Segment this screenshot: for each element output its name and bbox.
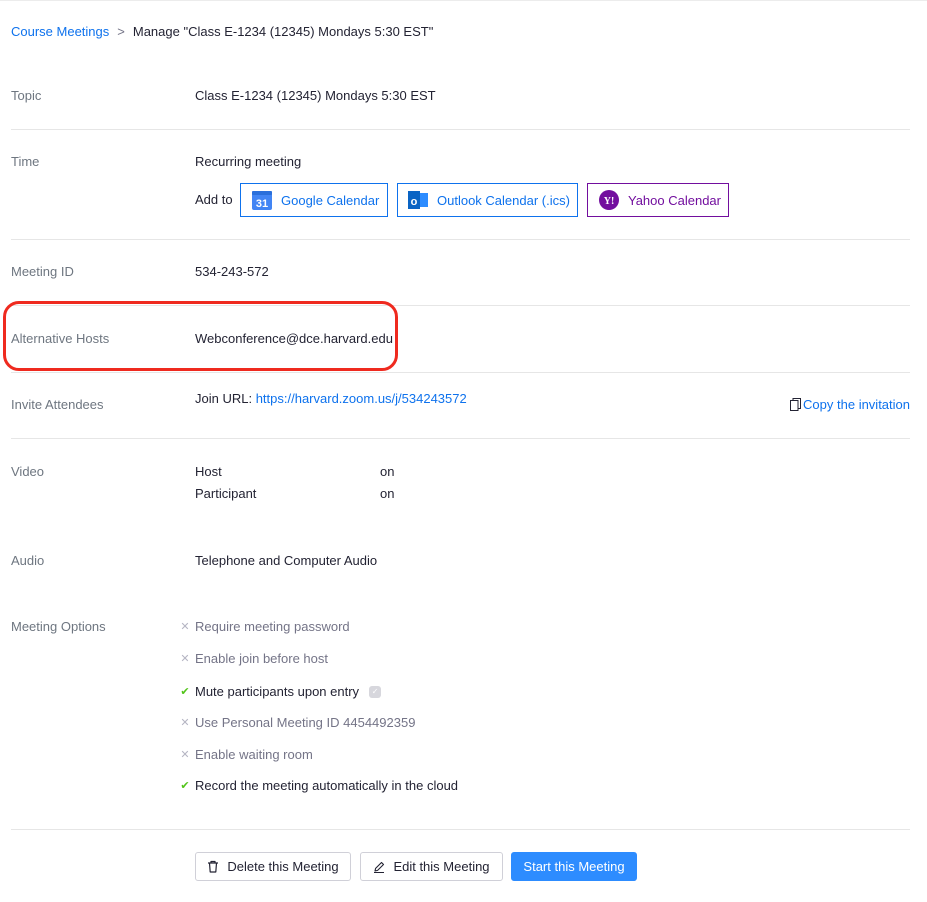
copy-icon (790, 398, 802, 411)
divider (11, 438, 910, 439)
edit-meeting-button[interactable]: Edit this Meeting (360, 852, 503, 881)
join-url-link[interactable]: https://harvard.zoom.us/j/534243572 (256, 391, 467, 406)
pencil-icon (373, 861, 385, 873)
option-require-password: ✕ Require meeting password (180, 619, 350, 634)
breadcrumb-course-meetings-link[interactable]: Course Meetings (11, 24, 109, 39)
video-host-label: Host (195, 464, 222, 479)
join-url-row: Join URL: https://harvard.zoom.us/j/5342… (195, 391, 467, 406)
meeting-id-label: Meeting ID (11, 264, 74, 279)
outlook-icon: o (408, 190, 428, 210)
audio-label: Audio (11, 553, 45, 568)
svg-text:Y!: Y! (604, 196, 615, 207)
x-icon: ✕ (180, 621, 190, 633)
outlook-calendar-label: Outlook Calendar (.ics) (437, 192, 570, 208)
option-record-cloud: ✔ Record the meeting automatically in th… (180, 778, 459, 793)
breadcrumb-separator: > (117, 24, 125, 39)
alternative-hosts-highlight (3, 301, 398, 371)
video-participant-value: on (380, 486, 395, 501)
breadcrumb-current: Manage "Class E-1234 (12345) Mondays 5:3… (132, 24, 434, 39)
video-participant-label: Participant (195, 486, 257, 501)
option-waiting-room: ✕ Enable waiting room (180, 747, 313, 762)
divider (11, 372, 910, 373)
yahoo-icon: Y! (599, 190, 619, 210)
meeting-options-label: Meeting Options (11, 619, 106, 634)
option-mute-participants: ✔ Mute participants upon entry ✓ (180, 684, 382, 699)
google-calendar-icon: 31 (252, 190, 272, 210)
breadcrumb: Course Meetings > Manage "Class E-1234 (12… (11, 24, 433, 39)
google-calendar-label: Google Calendar (281, 192, 380, 208)
check-icon: ✔ (180, 780, 190, 792)
x-icon: ✕ (180, 749, 190, 761)
svg-text:o: o (411, 196, 418, 208)
option-personal-meeting-id: ✕ Use Personal Meeting ID 4454492359 (180, 715, 416, 730)
trash-icon (207, 860, 219, 873)
check-icon: ✔ (180, 686, 190, 698)
info-badge-icon: ✓ (369, 685, 382, 698)
divider (11, 239, 910, 240)
start-meeting-button[interactable]: Start this Meeting (511, 852, 637, 881)
meeting-id-value: 534-243-572 (195, 264, 269, 279)
delete-meeting-button[interactable]: Delete this Meeting (195, 852, 351, 881)
topic-value: Class E-1234 (12345) Mondays 5:30 EST (195, 88, 436, 103)
audio-value: Telephone and Computer Audio (195, 553, 378, 568)
google-calendar-button[interactable]: 31 Google Calendar (240, 183, 388, 217)
outlook-calendar-button[interactable]: o Outlook Calendar (.ics) (397, 183, 578, 217)
video-label: Video (11, 464, 45, 479)
copy-invitation-link[interactable]: Copy the invitation (790, 397, 910, 412)
join-url-prefix: Join URL: (195, 391, 253, 406)
divider (11, 129, 910, 130)
delete-meeting-label: Delete this Meeting (227, 859, 339, 874)
x-icon: ✕ (180, 653, 190, 665)
edit-meeting-label: Edit this Meeting (393, 859, 490, 874)
divider (11, 829, 910, 830)
invite-attendees-label: Invite Attendees (11, 397, 104, 412)
video-host-value: on (380, 464, 395, 479)
add-to-label: Add to (195, 192, 233, 207)
copy-invitation-label: Copy the invitation (803, 397, 910, 412)
time-value: Recurring meeting (195, 154, 302, 169)
x-icon: ✕ (180, 717, 190, 729)
top-border (0, 0, 927, 1)
svg-text:31: 31 (256, 198, 268, 210)
yahoo-calendar-label: Yahoo Calendar (628, 192, 721, 208)
yahoo-calendar-button[interactable]: Y! Yahoo Calendar (587, 183, 729, 217)
topic-label: Topic (11, 88, 42, 103)
time-label: Time (11, 154, 40, 169)
option-join-before-host: ✕ Enable join before host (180, 651, 328, 666)
